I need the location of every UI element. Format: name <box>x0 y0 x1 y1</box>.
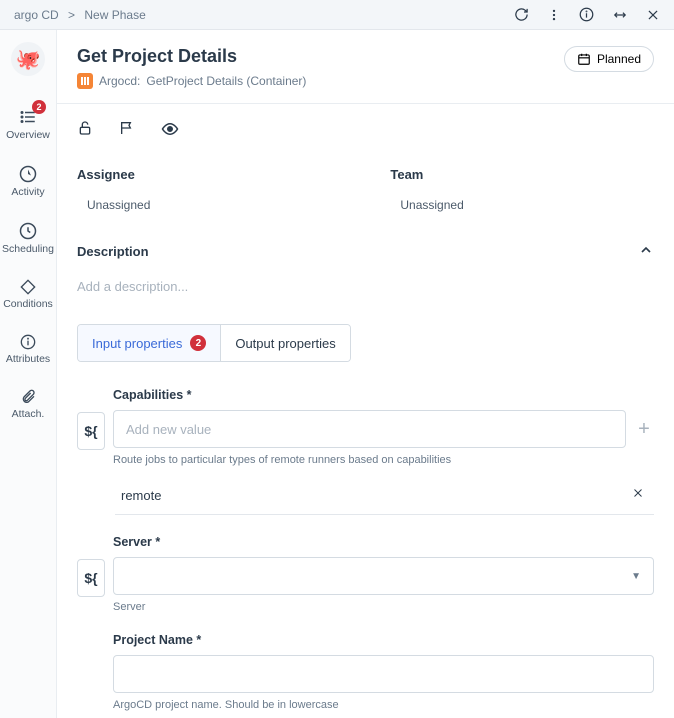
tab-input-properties[interactable]: Input properties 2 <box>78 325 220 361</box>
tab-label: Input properties <box>92 336 182 351</box>
top-toolbar <box>514 7 660 22</box>
server-select[interactable]: ▼ <box>113 557 654 595</box>
project-name-hint: ArgoCD project name. Should be in lowerc… <box>113 699 654 711</box>
description-placeholder[interactable]: Add a description... <box>77 279 654 294</box>
chevron-down-icon: ▼ <box>631 571 641 582</box>
variable-button[interactable]: ${ <box>77 559 105 597</box>
capability-chip: remote <box>115 480 654 515</box>
project-name-label: Project Name * <box>113 633 654 647</box>
schedule-icon <box>19 222 37 240</box>
action-icons <box>77 120 654 143</box>
server-label: Server * <box>113 535 654 549</box>
status-label: Planned <box>597 52 641 66</box>
top-bar: argo CD > New Phase <box>0 0 674 30</box>
breadcrumb: argo CD > New Phase <box>14 8 146 22</box>
breadcrumb-separator: > <box>68 8 75 22</box>
sidebar-item-attach[interactable]: Attach. <box>0 377 56 432</box>
sidebar-item-activity[interactable]: Activity <box>0 153 56 210</box>
sidebar-label: Attach. <box>12 408 45 420</box>
chevron-up-icon <box>638 242 654 261</box>
assignee-value: Unassigned <box>77 198 150 212</box>
more-icon[interactable] <box>547 8 561 22</box>
capabilities-input[interactable] <box>113 410 626 448</box>
refresh-icon[interactable] <box>514 7 529 22</box>
sidebar-label: Attributes <box>6 353 50 365</box>
tab-label: Output properties <box>235 336 335 351</box>
project-name-field: Project Name * ArgoCD project name. Shou… <box>77 633 654 711</box>
paperclip-icon <box>20 389 36 405</box>
main-panel: Get Project Details Argocd: GetProject D… <box>57 30 674 718</box>
sidebar-item-conditions[interactable]: Conditions <box>0 267 56 322</box>
sidebar-label: Conditions <box>3 298 53 310</box>
tab-output-properties[interactable]: Output properties <box>220 325 349 361</box>
breadcrumb-current[interactable]: New Phase <box>84 8 145 22</box>
server-field: ${ Server * ▼ Server <box>77 535 654 613</box>
subtitle-prefix: Argocd: <box>99 74 140 88</box>
sidebar: 🐙 2 Overview Activity Scheduling Conditi… <box>0 30 57 718</box>
calendar-icon <box>577 52 591 66</box>
flag-icon[interactable] <box>119 120 135 143</box>
variable-button[interactable]: ${ <box>77 412 105 450</box>
avatar[interactable]: 🐙 <box>11 42 45 76</box>
description-header[interactable]: Description <box>77 242 654 261</box>
assignee-label: Assignee <box>77 167 150 182</box>
breadcrumb-root[interactable]: argo CD <box>14 8 59 22</box>
close-icon[interactable] <box>646 8 660 22</box>
header: Get Project Details Argocd: GetProject D… <box>57 30 674 104</box>
eye-icon[interactable] <box>161 120 179 143</box>
diamond-icon <box>20 279 36 295</box>
lock-icon[interactable] <box>77 120 93 143</box>
remove-chip-icon[interactable] <box>632 486 648 504</box>
page-subtitle: Argocd: GetProject Details (Container) <box>77 73 306 89</box>
team-label: Team <box>390 167 463 182</box>
meta-row: Assignee Unassigned Team Unassigned <box>77 167 654 212</box>
property-tabs: Input properties 2 Output properties <box>77 324 351 362</box>
sidebar-item-scheduling[interactable]: Scheduling <box>0 210 56 267</box>
capabilities-hint: Route jobs to particular types of remote… <box>113 454 654 466</box>
add-value-icon[interactable]: + <box>634 418 654 441</box>
sidebar-label: Scheduling <box>2 243 54 255</box>
chip-label: remote <box>121 488 161 503</box>
tab-count-badge: 2 <box>190 335 206 351</box>
assignee-block[interactable]: Assignee Unassigned <box>77 167 150 212</box>
info-icon[interactable] <box>579 7 594 22</box>
expand-icon[interactable] <box>612 8 628 22</box>
sidebar-label: Overview <box>6 129 50 141</box>
container-icon <box>77 73 93 89</box>
sidebar-item-attributes[interactable]: Attributes <box>0 322 56 377</box>
capabilities-label: Capabilities * <box>113 388 654 402</box>
sidebar-item-overview[interactable]: 2 Overview <box>0 96 56 153</box>
subtitle-main: GetProject Details (Container) <box>146 74 306 88</box>
info-circle-icon <box>20 334 36 350</box>
capabilities-field: ${ Capabilities * + Route jobs to partic… <box>77 388 654 515</box>
server-hint: Server <box>113 601 654 613</box>
overview-badge: 2 <box>32 100 46 114</box>
status-button[interactable]: Planned <box>564 46 654 72</box>
description-label: Description <box>77 244 149 259</box>
team-value: Unassigned <box>390 198 463 212</box>
page-title: Get Project Details <box>77 46 306 67</box>
sidebar-label: Activity <box>11 186 44 198</box>
clock-icon <box>19 165 37 183</box>
project-name-input[interactable] <box>113 655 654 693</box>
team-block[interactable]: Team Unassigned <box>390 167 463 212</box>
